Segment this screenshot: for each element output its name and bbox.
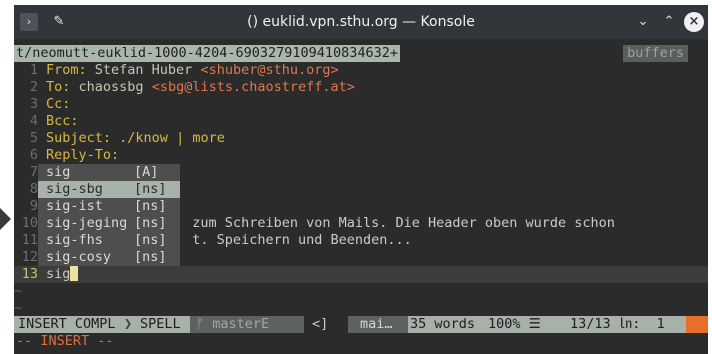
spell-indicator: SPELL xyxy=(140,316,181,332)
titlebar: › ✎ () euklid.vpn.sthu.org — Konsole ⌄ ⌃… xyxy=(14,5,708,39)
empty-line-marker: ~ xyxy=(14,300,23,316)
line-5: 5 Subject: ./know | more xyxy=(29,130,225,146)
completion-item-selected[interactable]: sig-sbg [ns] xyxy=(38,181,180,198)
scroll-percent: 100% ☰ xyxy=(488,316,541,332)
tab-active[interactable]: t/neomutt-euklid-1000-4204-6903279109410… xyxy=(14,45,401,62)
completion-item[interactable]: sig-jeging [ns] xyxy=(38,215,180,232)
chevron-down-icon[interactable]: ⌄ xyxy=(634,13,652,31)
word-count: 35 words xyxy=(408,316,486,333)
line-4: 4 Bcc: xyxy=(29,113,79,129)
completion-item[interactable]: sig [A] xyxy=(38,164,180,181)
arrow-indicator: <] xyxy=(304,316,348,333)
close-icon[interactable]: × xyxy=(684,12,704,32)
vim-tabline: t/neomutt-euklid-1000-4204-6903279109410… xyxy=(14,45,708,62)
completion-item[interactable]: sig-ist [ns] xyxy=(38,198,180,215)
edge-pointer-icon xyxy=(0,208,11,230)
line-1: 1 From: Stefan Huber <shuber@sthu.org> xyxy=(29,62,339,78)
cursor-position: 13/13 ㏑: 1 xyxy=(570,316,665,332)
window-title: () euklid.vpn.sthu.org — Konsole xyxy=(247,14,475,30)
warning-indicator xyxy=(686,316,708,333)
line-6: 6 Reply-To: xyxy=(29,147,120,163)
line-2: 2 To: chaossbg <sbg@lists.chaostreff.at> xyxy=(29,79,355,95)
command-line: -- INSERT -- xyxy=(16,333,114,349)
vim-statusline: INSERT COMPL ❯ SPELL ᚠ masterE <] mai… 3… xyxy=(14,316,708,333)
buffers-label[interactable]: buffers xyxy=(623,45,688,62)
git-branch: ᚠ masterE xyxy=(190,316,304,333)
completion-menu: sig [A] sig-sbg [ns] sig-ist [ns] sig-jegin… xyxy=(38,164,180,266)
line-13-current: 13 sig xyxy=(14,266,708,283)
chevron-up-icon[interactable]: ⌃ xyxy=(660,13,678,31)
separator-icon: ❯ xyxy=(124,316,133,332)
line-3: 3 Cc: xyxy=(29,96,71,112)
mode-indicator: INSERT COMPL xyxy=(18,316,116,332)
text-cursor xyxy=(70,266,79,281)
completion-item[interactable]: sig-fhs [ns] xyxy=(38,232,180,249)
completion-item[interactable]: sig-cosy [ns] xyxy=(38,249,180,266)
terminal-area[interactable]: t/neomutt-euklid-1000-4204-6903279109410… xyxy=(14,39,708,354)
empty-line-marker: ~ xyxy=(14,283,23,299)
konsole-window: › ✎ () euklid.vpn.sthu.org — Konsole ⌄ ⌃… xyxy=(14,5,708,354)
file-name: mai… xyxy=(348,316,408,333)
